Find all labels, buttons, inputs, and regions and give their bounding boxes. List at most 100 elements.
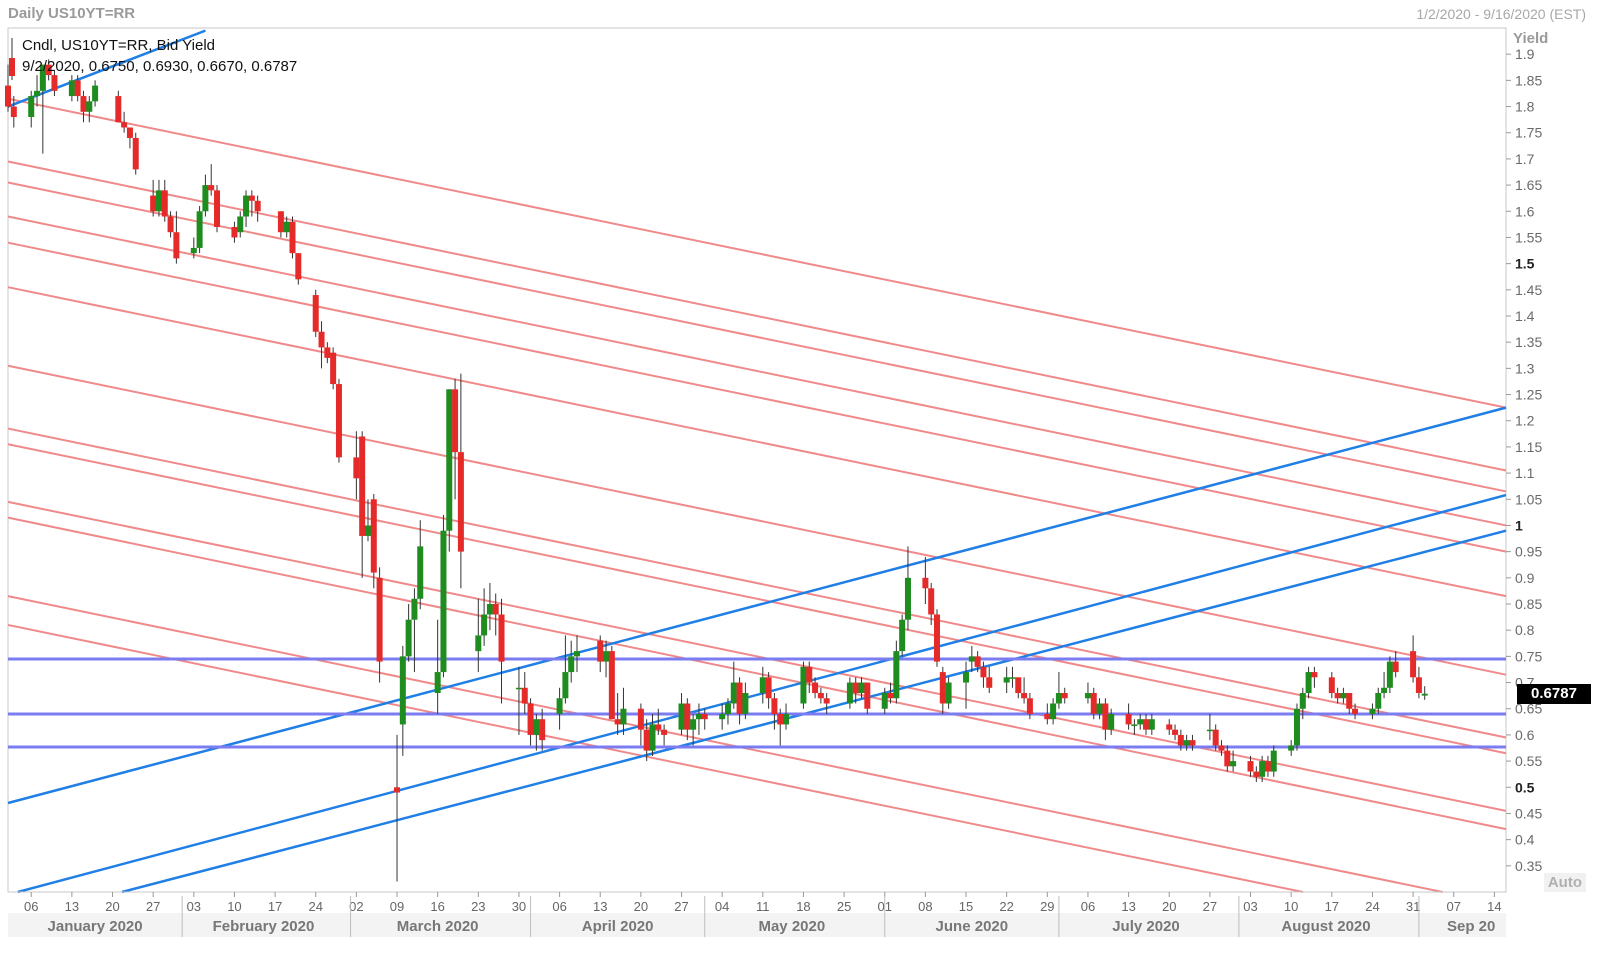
candle-down xyxy=(1212,729,1219,746)
candle-down xyxy=(1346,693,1353,709)
candle-up xyxy=(800,666,807,704)
candle-down xyxy=(974,656,981,667)
candle-down xyxy=(5,85,11,107)
candle-down xyxy=(248,195,255,201)
candle-up xyxy=(1305,672,1312,694)
y-tick-label: 0.35 xyxy=(1515,858,1542,874)
y-tick-label: 1.55 xyxy=(1515,229,1542,245)
x-tick-label: 15 xyxy=(959,899,973,914)
x-tick-label: 27 xyxy=(146,899,160,914)
candle-up xyxy=(562,672,569,699)
month-label: June 2020 xyxy=(936,918,1009,935)
candle-down xyxy=(922,577,929,589)
candle-down xyxy=(887,693,894,699)
legend-ohlc-values: 9/2/2020, 0.6750, 0.6930, 0.6670, 0.6787 xyxy=(22,58,298,75)
candle-down xyxy=(928,588,935,615)
candle-up xyxy=(533,719,540,735)
month-label: January 2020 xyxy=(48,918,143,935)
candle-up xyxy=(1288,745,1295,751)
candle-down xyxy=(1166,724,1173,730)
candle-down xyxy=(812,682,819,694)
candle-up xyxy=(1230,761,1237,767)
x-tick-label: 22 xyxy=(999,899,1013,914)
candle-up xyxy=(1108,713,1115,730)
candle-down xyxy=(736,682,743,714)
x-tick-label: 27 xyxy=(1203,899,1217,914)
candle-down xyxy=(643,729,650,751)
candle-down xyxy=(1172,729,1179,735)
candle-up xyxy=(92,85,99,102)
month-label: Sep 20 xyxy=(1447,918,1495,935)
month-label: February 2020 xyxy=(213,918,315,935)
candle-up xyxy=(904,577,911,620)
candle-down xyxy=(1125,713,1132,725)
auto-scale-button[interactable]: Auto xyxy=(1543,873,1586,892)
candle-up xyxy=(742,693,749,714)
candle-up xyxy=(1055,693,1062,704)
candle-up xyxy=(899,619,906,652)
candle-down xyxy=(655,724,662,730)
y-tick-label: 1.25 xyxy=(1515,387,1542,403)
x-tick-label: 13 xyxy=(1121,899,1135,914)
x-tick-label: 29 xyxy=(1040,899,1054,914)
candle-up xyxy=(1369,708,1376,714)
candlestick-chart[interactable]: 1.9 1.85 1.8 1.75 1.7 1.65 1.6 1.55 1.5 1.45 1.4 1.… xyxy=(0,0,1600,958)
y-tick-label: 0.55 xyxy=(1515,753,1542,769)
candle-down xyxy=(335,384,342,458)
last-price-label: 0.6787 xyxy=(1517,683,1591,704)
candle-up xyxy=(893,651,900,699)
candle-down xyxy=(214,190,221,227)
candle-up xyxy=(1131,724,1138,726)
candle-up xyxy=(846,682,853,704)
y-tick-label: 1.6 xyxy=(1515,203,1535,219)
candle-up xyxy=(858,682,865,694)
candle-up xyxy=(1003,677,1010,683)
candle-up xyxy=(190,247,197,254)
candle-down xyxy=(1264,761,1271,772)
candle-down xyxy=(701,713,708,720)
candle-down xyxy=(933,614,940,662)
x-tick-label: 02 xyxy=(349,899,363,914)
legend-series-info: Cndl, US10YT=RR, Bid Yield xyxy=(22,37,216,54)
candle-up xyxy=(364,525,371,536)
y-tick-label: 0.4 xyxy=(1515,832,1535,848)
candle-down xyxy=(370,499,377,573)
candle-down xyxy=(823,698,830,704)
candle-up xyxy=(1137,719,1144,725)
candle-down xyxy=(318,331,325,348)
candle-down xyxy=(864,682,871,709)
candle-up xyxy=(399,656,406,725)
candle-down xyxy=(1061,693,1068,699)
y-tick-label: 1.75 xyxy=(1515,125,1542,141)
chart-title-bar: Daily US10YT=RR 1/2/2020 - 9/16/2020 (ES… xyxy=(0,0,1600,26)
candle-up xyxy=(34,90,41,97)
candle-down xyxy=(359,436,366,536)
y-tick-label: 0.5 xyxy=(1515,779,1535,795)
candle-down xyxy=(208,185,215,191)
candle-down xyxy=(1253,771,1260,777)
x-tick-label: 20 xyxy=(105,899,119,914)
y-tick-label: 1.1 xyxy=(1515,465,1535,481)
candle-up xyxy=(446,389,453,531)
x-tick-label: 24 xyxy=(1365,899,1379,914)
date-range: 1/2/2020 - 9/16/2020 (EST) xyxy=(1416,6,1586,22)
candle-up xyxy=(649,724,656,751)
x-tick-label: 24 xyxy=(308,899,322,914)
candle-down xyxy=(74,80,81,97)
candle-up xyxy=(237,216,244,233)
candle-up xyxy=(678,703,685,730)
x-tick-label: 08 xyxy=(918,899,932,914)
candle-down xyxy=(1392,661,1399,673)
candle-up xyxy=(1183,740,1190,746)
x-tick-label: 27 xyxy=(674,899,688,914)
candle-up xyxy=(486,604,493,615)
candle-down xyxy=(312,295,319,332)
x-tick-label: 03 xyxy=(187,899,201,914)
candle-down xyxy=(614,719,621,725)
candle-down xyxy=(51,75,58,91)
candle-up xyxy=(783,713,790,725)
candle-up xyxy=(28,96,35,118)
candle-down xyxy=(806,666,813,683)
candle-up xyxy=(963,672,970,683)
y-tick-label: 0.95 xyxy=(1515,544,1542,560)
